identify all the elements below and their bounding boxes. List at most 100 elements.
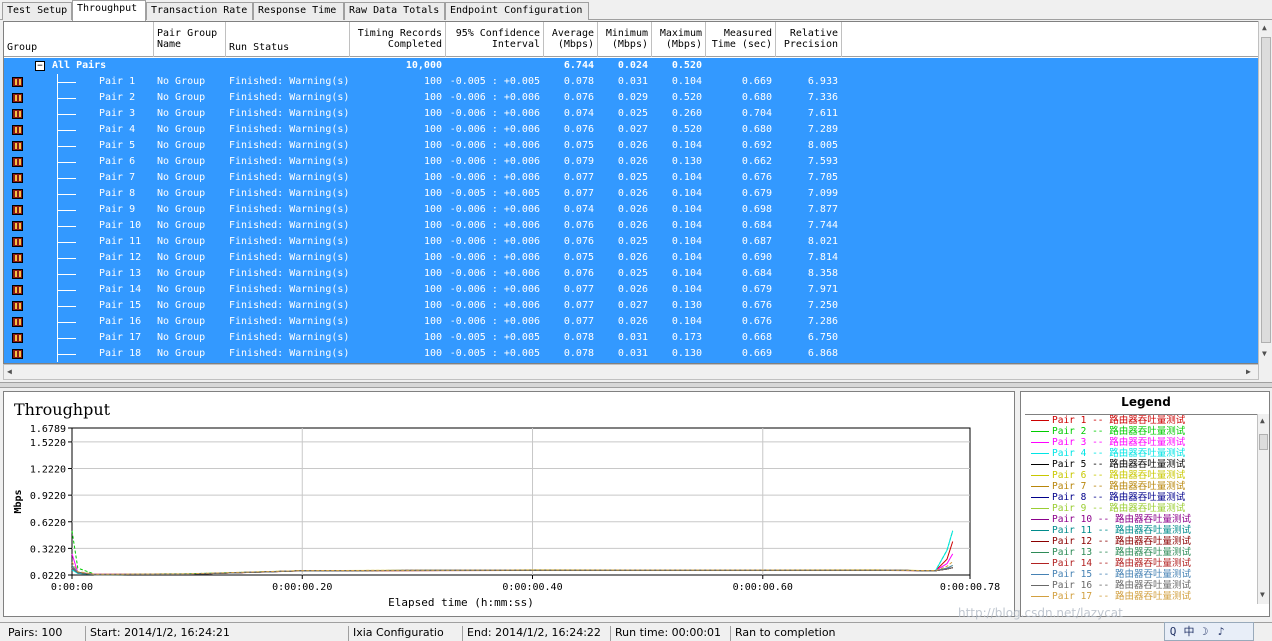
legend-item[interactable]: Pair 12 -- 路由器吞吐量测试 [1025,536,1257,547]
legend-scrollbar[interactable]: ▲ ▼ [1257,414,1269,604]
scroll-up-icon[interactable]: ▲ [1262,23,1267,32]
legend-item[interactable]: Pair 3 -- 路由器吞吐量测试 [1025,437,1257,448]
confidence-interval: -0.006 : +0.006 [449,268,540,279]
average: 0.079 [563,156,594,167]
table-row[interactable]: Pair 7 No Group Finished: Warning(s) 100 -0.… [4,170,1258,186]
col-header-run-status[interactable]: Run Status [226,22,350,57]
table-row[interactable]: Pair 13 No Group Finished: Warning(s) 100 -0… [4,266,1258,282]
legend-item[interactable]: Pair 13 -- 路由器吞吐量测试 [1025,547,1257,558]
legend-item[interactable]: Pair 6 -- 路由器吞吐量测试 [1025,470,1257,481]
tray-icon-zh[interactable]: 中 [1181,623,1197,639]
legend-item[interactable]: Pair 7 -- 路由器吞吐量测试 [1025,481,1257,492]
table-row[interactable]: Pair 4 No Group Finished: Warning(s) 100 -0.… [4,122,1258,138]
tab-throughput[interactable]: Throughput [72,0,146,21]
table-row[interactable]: Pair 16 No Group Finished: Warning(s) 100 -0… [4,314,1258,330]
scroll-thumb[interactable] [1261,37,1271,343]
table-row[interactable]: Pair 5 No Group Finished: Warning(s) 100 -0.… [4,138,1258,154]
run-status: Finished: Warning(s) [229,140,350,151]
legend-item[interactable]: Pair 4 -- 路由器吞吐量测试 [1025,448,1257,459]
legend-item[interactable]: Pair 17 -- 路由器吞吐量测试 [1025,591,1257,602]
table-row[interactable]: Pair 9 No Group Finished: Warning(s) 100 -0.… [4,202,1258,218]
col-header-average[interactable]: Average (Mbps) [544,22,598,57]
measured-time: 0.662 [741,156,772,167]
pair-name: Pair 1 [99,76,136,87]
maximum: 0.104 [671,76,702,87]
legend-scroll-up-icon[interactable]: ▲ [1260,416,1265,425]
run-status: Finished: Warning(s) [229,108,350,119]
timing-records: 100 [423,284,442,295]
legend-item[interactable]: Pair 8 -- 路由器吞吐量测试 [1025,492,1257,503]
run-status: Finished: Warning(s) [229,92,350,103]
legend-pair-name: Pair 16 [1052,580,1093,591]
table-row[interactable]: Pair 8 No Group Finished: Warning(s) 100 -0.… [4,186,1258,202]
col-header-measured-time[interactable]: Measured Time (sec) [706,22,776,57]
table-row[interactable]: Pair 1 No Group Finished: Warning(s) 100 -0.… [4,74,1258,90]
pair-group: No Group [157,252,206,263]
minimum: 0.026 [617,284,648,295]
legend-item[interactable]: Pair 14 -- 路由器吞吐量测试 [1025,558,1257,569]
tab-endpoint-configuration[interactable]: Endpoint Configuration [445,2,589,20]
table-row[interactable]: Pair 10 No Group Finished: Warning(s) 100 -0… [4,218,1258,234]
legend-item[interactable]: Pair 15 -- 路由器吞吐量测试 [1025,569,1257,580]
grid-horizontal-scrollbar[interactable]: ◀ ▶ [3,364,1259,380]
x-tick-label: 0:00:00.60 [733,582,793,593]
legend-item[interactable]: Pair 5 -- 路由器吞吐量测试 [1025,459,1257,470]
scroll-right-icon[interactable]: ▶ [1246,367,1251,376]
col-header-relative-precision[interactable]: Relative Precision [776,22,842,57]
legend-item[interactable]: Pair 2 -- 路由器吞吐量测试 [1025,426,1257,437]
table-row[interactable]: Pair 2 No Group Finished: Warning(s) 100 -0.… [4,90,1258,106]
col-header-pair-group-name[interactable]: Pair Group Name [154,22,226,57]
col-header-maximum[interactable]: Maximum (Mbps) [652,22,706,57]
tab-response-time[interactable]: Response Time [253,2,344,20]
table-row[interactable]: Pair 12 No Group Finished: Warning(s) 100 -0… [4,250,1258,266]
legend-swatch [1031,497,1049,498]
x-axis-label: Elapsed time (h:mm:ss) [388,596,534,609]
legend-swatch [1031,530,1049,531]
grid-rows: − All Pairs 10,000 6.744 0.024 0.520 Pai… [4,58,1258,363]
tray-icon-note[interactable]: ♪ [1213,625,1229,638]
table-row[interactable]: Pair 3 No Group Finished: Warning(s) 100 -0.… [4,106,1258,122]
tab-transaction-rate[interactable]: Transaction Rate [146,2,253,20]
table-row[interactable]: Pair 15 No Group Finished: Warning(s) 100 -0… [4,298,1258,314]
col-header-group[interactable]: Group [4,22,154,57]
scroll-left-icon[interactable]: ◀ [7,367,12,376]
tray-icon-q[interactable]: Q [1165,625,1181,638]
legend-separator: -- [1097,569,1110,580]
legend-scroll-thumb[interactable] [1259,434,1268,450]
all-pairs-row[interactable]: − All Pairs 10,000 6.744 0.024 0.520 [4,58,1258,74]
maximum: 0.104 [671,284,702,295]
scroll-down-icon[interactable]: ▼ [1262,349,1267,358]
legend-scroll-down-icon[interactable]: ▼ [1260,590,1265,599]
table-row[interactable]: Pair 17 No Group Finished: Warning(s) 100 -0… [4,330,1258,346]
pair-group: No Group [157,284,206,295]
table-row[interactable]: Pair 14 No Group Finished: Warning(s) 100 -0… [4,282,1258,298]
col-header-minimum[interactable]: Minimum (Mbps) [598,22,652,57]
confidence-interval: -0.006 : +0.006 [449,284,540,295]
pane-splitter[interactable] [0,382,1272,388]
col-header-confidence[interactable]: 95% Confidence Interval [446,22,544,57]
legend-swatch [1031,596,1049,597]
measured-time: 0.704 [741,108,772,119]
legend-item[interactable]: Pair 11 -- 路由器吞吐量测试 [1025,525,1257,536]
legend-pair-name: Pair 2 [1052,426,1087,437]
tab-test-setup[interactable]: Test Setup [2,2,72,20]
legend-item[interactable]: Pair 1 -- 路由器吞吐量测试 [1025,415,1257,426]
collapse-icon[interactable]: − [35,61,45,71]
table-row[interactable]: Pair 6 No Group Finished: Warning(s) 100 -0.… [4,154,1258,170]
minimum: 0.031 [617,332,648,343]
legend-item[interactable]: Pair 9 -- 路由器吞吐量测试 [1025,503,1257,514]
table-row[interactable]: Pair 11 No Group Finished: Warning(s) 100 -0… [4,234,1258,250]
tree-connector [57,298,77,314]
legend-item[interactable]: Pair 16 -- 路由器吞吐量测试 [1025,580,1257,591]
tray-icon-moon[interactable]: ☽ [1197,625,1213,638]
legend-item[interactable]: Pair 10 -- 路由器吞吐量测试 [1025,514,1257,525]
tab-raw-data-totals[interactable]: Raw Data Totals [344,2,445,20]
table-row[interactable]: Pair 18 No Group Finished: Warning(s) 100 -0… [4,346,1258,362]
input-method-tray[interactable]: Q 中 ☽ ♪ [1164,622,1254,641]
grid-vertical-scrollbar[interactable]: ▲ ▼ [1258,21,1272,364]
legend-separator: -- [1097,514,1110,525]
measured-time: 0.669 [741,348,772,359]
y-tick-label: 0.6220 [30,518,66,529]
col-header-timing-records[interactable]: Timing Records Completed [350,22,446,57]
timing-records: 100 [423,236,442,247]
